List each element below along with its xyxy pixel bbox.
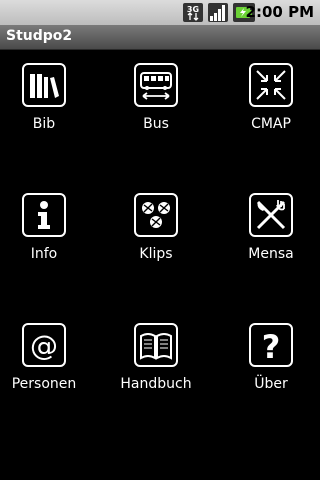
question-mark-icon: ? [249,323,293,367]
title-bar: Studpo2 [0,25,320,50]
tile-label: CMAP [251,116,291,132]
tile-bib[interactable]: Bib [0,63,96,143]
tile-label: Klips [139,246,173,262]
tile-label: Info [30,246,58,262]
tile-label: Handbuch [120,376,192,392]
svg-text:3G: 3G [187,5,199,14]
svg-text:?: ? [262,328,281,362]
open-book-icon [134,323,178,367]
tile-ueber[interactable]: ? Über [223,323,320,403]
tile-info[interactable]: Info [0,193,96,273]
at-sign-icon: @ [22,323,66,367]
fork-knife-icon [249,193,293,237]
pinwheels-icon [134,193,178,237]
info-icon [22,193,66,237]
tile-label: Bus [143,116,169,132]
tile-label: Über [254,376,288,392]
signal-strength-icon [208,3,228,22]
bus-icon [134,63,178,107]
tile-personen[interactable]: @ Personen [0,323,96,403]
status-time: 2:00 PM [245,3,314,21]
status-bar: 3G 2:00 PM [0,0,320,25]
tile-label: Personen [11,376,77,392]
tile-label: Bib [32,116,56,132]
tile-mensa[interactable]: Mensa [223,193,320,273]
tile-klips[interactable]: Klips [108,193,208,273]
svg-text:@: @ [30,329,58,362]
tile-bus[interactable]: Bus [108,63,208,143]
books-icon [22,63,66,107]
app-title: Studpo2 [6,28,73,44]
network-3g-icon: 3G [183,3,203,22]
compress-arrows-icon [249,63,293,107]
tile-label: Mensa [248,246,294,262]
tile-handbuch[interactable]: Handbuch [108,323,208,403]
tile-cmap[interactable]: CMAP [223,63,320,143]
